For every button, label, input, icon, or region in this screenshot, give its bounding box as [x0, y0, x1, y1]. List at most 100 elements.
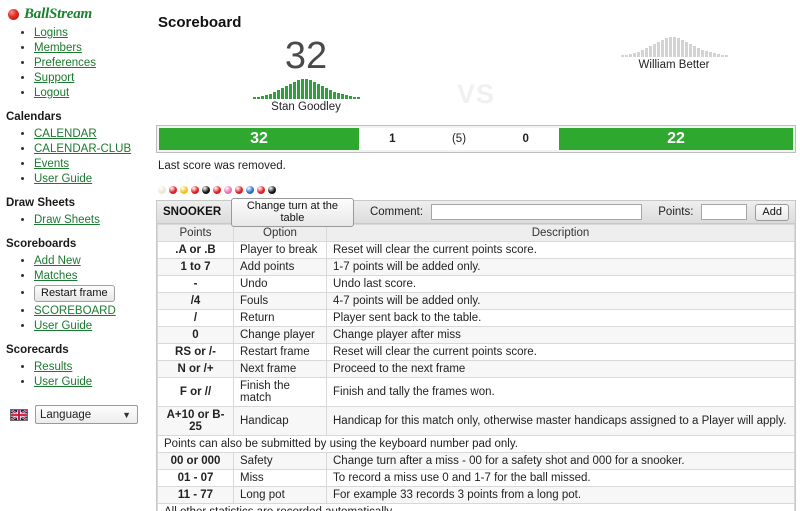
ball-icon-4[interactable] [202, 186, 210, 194]
sidebar-item-logout[interactable]: Logout [34, 87, 69, 99]
sidebar-item-calendars-user-guide[interactable]: User Guide [34, 173, 92, 185]
ball-sequence [152, 172, 800, 194]
restart-frame-button[interactable]: Restart frame [34, 285, 115, 302]
column-header-option: Option [233, 224, 327, 242]
list-item: User Guide [34, 173, 152, 185]
cell-points: / [157, 309, 234, 327]
language-row: Language ▼ [0, 391, 152, 424]
ball-icon-0[interactable] [158, 186, 166, 194]
cell-option: Miss [233, 469, 327, 487]
table-row: / Return Player sent back to the table. [157, 309, 795, 327]
table-row: 00 or 000 Safety Change turn after a mis… [157, 452, 795, 470]
cell-points: N or /+ [157, 360, 234, 378]
ball-icon-5[interactable] [213, 186, 221, 194]
cell-points: 00 or 000 [157, 452, 234, 470]
sidebar-item-draw-sheets[interactable]: Draw Sheets [34, 214, 100, 226]
sidebar-heading-scoreboards: Scoreboards [6, 238, 77, 250]
list-item: CALENDAR [34, 128, 152, 140]
player-right-name: William Better [638, 59, 710, 71]
cell-points: RS or /- [157, 343, 234, 361]
cell-points: /4 [157, 292, 234, 310]
ball-icon-7[interactable] [235, 186, 243, 194]
cell-points: 01 - 07 [157, 469, 234, 487]
brand-logo: BallStream [0, 0, 152, 25]
table-row: 11 - 77 Long pot For example 33 records … [157, 486, 795, 504]
sidebar-list-calendars: CALENDAR CALENDAR-CLUB Events User Guide [0, 128, 152, 185]
add-button[interactable]: Add [755, 203, 789, 221]
table-row: F or // Finish the match Finish and tall… [157, 377, 795, 407]
cell-description: 4-7 points will be added only. [326, 292, 795, 310]
language-select[interactable]: Language ▼ [35, 405, 138, 424]
ball-icon-1[interactable] [169, 186, 177, 194]
sidebar-item-matches[interactable]: Matches [34, 270, 77, 282]
cell-description: For example 33 records 3 points from a l… [326, 486, 795, 504]
cell-option: Fouls [233, 292, 327, 310]
sidebar-top-links: Logins Members Preferences Support Logou… [0, 27, 152, 99]
cell-option: Restart frame [233, 343, 327, 361]
cell-option: Player to break [233, 241, 327, 259]
cell-description: Reset will clear the current points scor… [326, 343, 795, 361]
points-input[interactable] [701, 204, 748, 220]
ball-icon-6[interactable] [224, 186, 232, 194]
commands-table: Points Option Description .A or .B Playe… [157, 224, 795, 511]
player-left-score: 32 [284, 35, 328, 77]
sidebar-item-members[interactable]: Members [34, 42, 82, 54]
sidebar-item-results[interactable]: Results [34, 361, 72, 373]
list-item: Support [34, 72, 152, 84]
sidebar-item-scorecards-user-guide[interactable]: User Guide [34, 376, 92, 388]
list-item: SCOREBOARD [34, 305, 152, 317]
commands-table-body: .A or .B Player to break Reset will clea… [157, 241, 795, 511]
ball-icon-3[interactable] [191, 186, 199, 194]
ball-icon-10[interactable] [268, 186, 276, 194]
game-type-label: SNOOKER [163, 206, 222, 218]
sidebar-item-scoreboards-user-guide[interactable]: User Guide [34, 320, 92, 332]
sidebar-item-add-new[interactable]: Add New [34, 255, 81, 267]
table-row: A+10 or B-25 Handicap Handicap for this … [157, 406, 795, 436]
cell-points: 1 to 7 [157, 258, 234, 276]
list-item: Draw Sheets [34, 214, 152, 226]
sidebar-item-scoreboard[interactable]: SCOREBOARD [34, 305, 116, 317]
sidebar-item-support[interactable]: Support [34, 72, 74, 84]
ball-icon-8[interactable] [246, 186, 254, 194]
page-title: Scoreboard [158, 14, 242, 31]
score-right-frames: 0 [522, 133, 529, 145]
red-ball-icon [8, 9, 19, 20]
sidebar-item-calendar-club[interactable]: CALENDAR-CLUB [34, 143, 131, 155]
table-row: - Undo Undo last score. [157, 275, 795, 293]
list-item: Restart frame [34, 285, 152, 302]
table-row: 0 Change player Change player after miss [157, 326, 795, 344]
sidebar-item-events[interactable]: Events [34, 158, 69, 170]
cell-points: - [157, 275, 234, 293]
comment-input[interactable] [431, 204, 643, 220]
page-root: BallStream Logins Members Preferences Su… [0, 0, 800, 511]
cell-description: Change turn after a miss - 00 for a safe… [326, 452, 795, 470]
cell-description: Reset will clear the current points scor… [326, 241, 795, 259]
cell-description: Undo last score. [326, 275, 795, 293]
table-note-row: Points can also be submitted by using th… [157, 435, 795, 453]
points-label: Points: [658, 206, 694, 218]
list-item: Results [34, 361, 152, 373]
control-panel: SNOOKER Change turn at the table Comment… [156, 197, 796, 511]
list-item: Members [34, 42, 152, 54]
sidebar-group-scorecards: Scorecards Results User Guide [0, 335, 152, 388]
cell-description: Finish and tally the frames won. [326, 377, 795, 407]
cell-option: Change player [233, 326, 327, 344]
sidebar-item-logins[interactable]: Logins [34, 27, 68, 39]
ball-icon-9[interactable] [257, 186, 265, 194]
score-left-points: 32 [159, 128, 359, 150]
score-bar: 32 1 (5) 0 22 [156, 125, 796, 153]
cell-option: Safety [233, 452, 327, 470]
cell-description: Proceed to the next frame [326, 360, 795, 378]
change-turn-button[interactable]: Change turn at the table [230, 197, 354, 227]
versus-panel: 32 Stan Goodley VS William Better [156, 35, 796, 121]
ball-icon-2[interactable] [180, 186, 188, 194]
sidebar-list-scorecards: Results User Guide [0, 361, 152, 388]
comment-label: Comment: [369, 206, 424, 218]
uk-flag-icon [10, 408, 28, 421]
cell-description: Player sent back to the table. [326, 309, 795, 327]
sidebar-item-preferences[interactable]: Preferences [34, 57, 96, 69]
score-middle: 1 (5) 0 [359, 128, 559, 150]
table-note-2: All other statistics are recorded automa… [157, 503, 795, 511]
sidebar-item-calendar[interactable]: CALENDAR [34, 128, 97, 140]
table-row: N or /+ Next frame Proceed to the next f… [157, 360, 795, 378]
